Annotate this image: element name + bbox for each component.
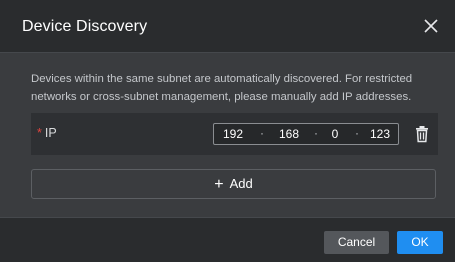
ip-address-input[interactable]: 192 · 168 · 0 · 123 bbox=[213, 123, 399, 145]
dialog-header: Device Discovery bbox=[0, 0, 455, 53]
dialog-title: Device Discovery bbox=[22, 18, 148, 35]
close-icon[interactable] bbox=[421, 16, 441, 36]
device-discovery-dialog: Device Discovery Devices within the same… bbox=[0, 0, 455, 262]
ip-separator: · bbox=[314, 126, 318, 140]
plus-icon: + bbox=[214, 176, 224, 193]
ip-separator: · bbox=[260, 126, 264, 140]
ip-octet-2[interactable]: 168 bbox=[274, 127, 304, 141]
ip-separator: · bbox=[355, 126, 359, 140]
ip-octet-4[interactable]: 123 bbox=[365, 127, 395, 141]
required-mark: * bbox=[37, 126, 42, 140]
ip-address-row: * IP 192 · 168 · 0 · 123 bbox=[31, 113, 438, 155]
cancel-button[interactable]: Cancel bbox=[324, 231, 389, 254]
add-ip-button[interactable]: + Add bbox=[31, 169, 436, 199]
trash-icon[interactable] bbox=[414, 125, 430, 143]
ok-button[interactable]: OK bbox=[397, 231, 443, 254]
dialog-footer: Cancel OK bbox=[0, 217, 455, 262]
ip-label: * IP bbox=[37, 126, 57, 140]
add-button-label: Add bbox=[229, 176, 253, 191]
ip-octet-1[interactable]: 192 bbox=[218, 127, 248, 141]
ip-label-text: IP bbox=[44, 126, 57, 140]
ip-octet-3[interactable]: 0 bbox=[320, 127, 350, 141]
dialog-description: Devices within the same subnet are autom… bbox=[31, 73, 413, 103]
add-button-content: + Add bbox=[32, 176, 435, 194]
